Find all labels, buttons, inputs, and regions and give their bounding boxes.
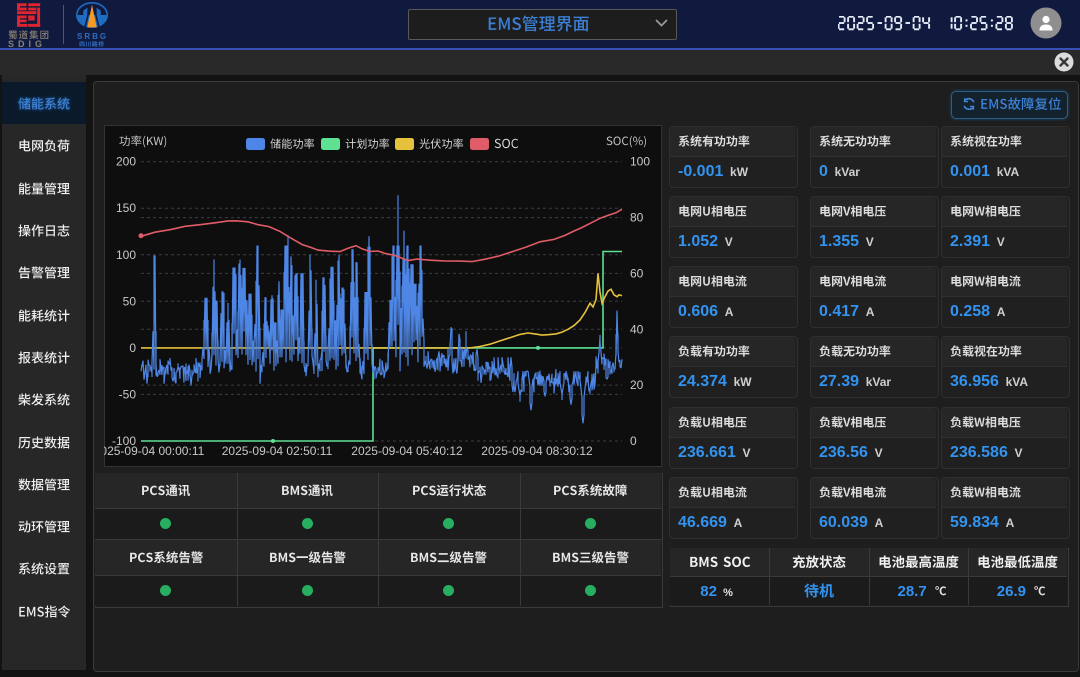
svg-text:100: 100	[630, 155, 650, 169]
svg-text:200: 200	[116, 155, 136, 169]
svg-text:150: 150	[116, 201, 136, 215]
svg-text:2025-09-04 08:30:12: 2025-09-04 08:30:12	[481, 444, 593, 458]
svg-text:0: 0	[129, 341, 136, 355]
svg-text:40: 40	[630, 322, 644, 336]
svg-text:50: 50	[123, 294, 137, 308]
svg-text:-50: -50	[119, 387, 137, 401]
svg-text:60: 60	[630, 266, 644, 280]
svg-text:80: 80	[630, 211, 644, 225]
svg-text:100: 100	[116, 248, 136, 262]
svg-text:0: 0	[630, 434, 637, 448]
svg-text:2025-09-04 05:40:12: 2025-09-04 05:40:12	[351, 444, 463, 458]
svg-text:2025-09-04 00:00:11: 2025-09-04 00:00:11	[104, 444, 205, 458]
svg-text:20: 20	[630, 378, 644, 392]
svg-text:2025-09-04 02:50:11: 2025-09-04 02:50:11	[222, 444, 333, 458]
